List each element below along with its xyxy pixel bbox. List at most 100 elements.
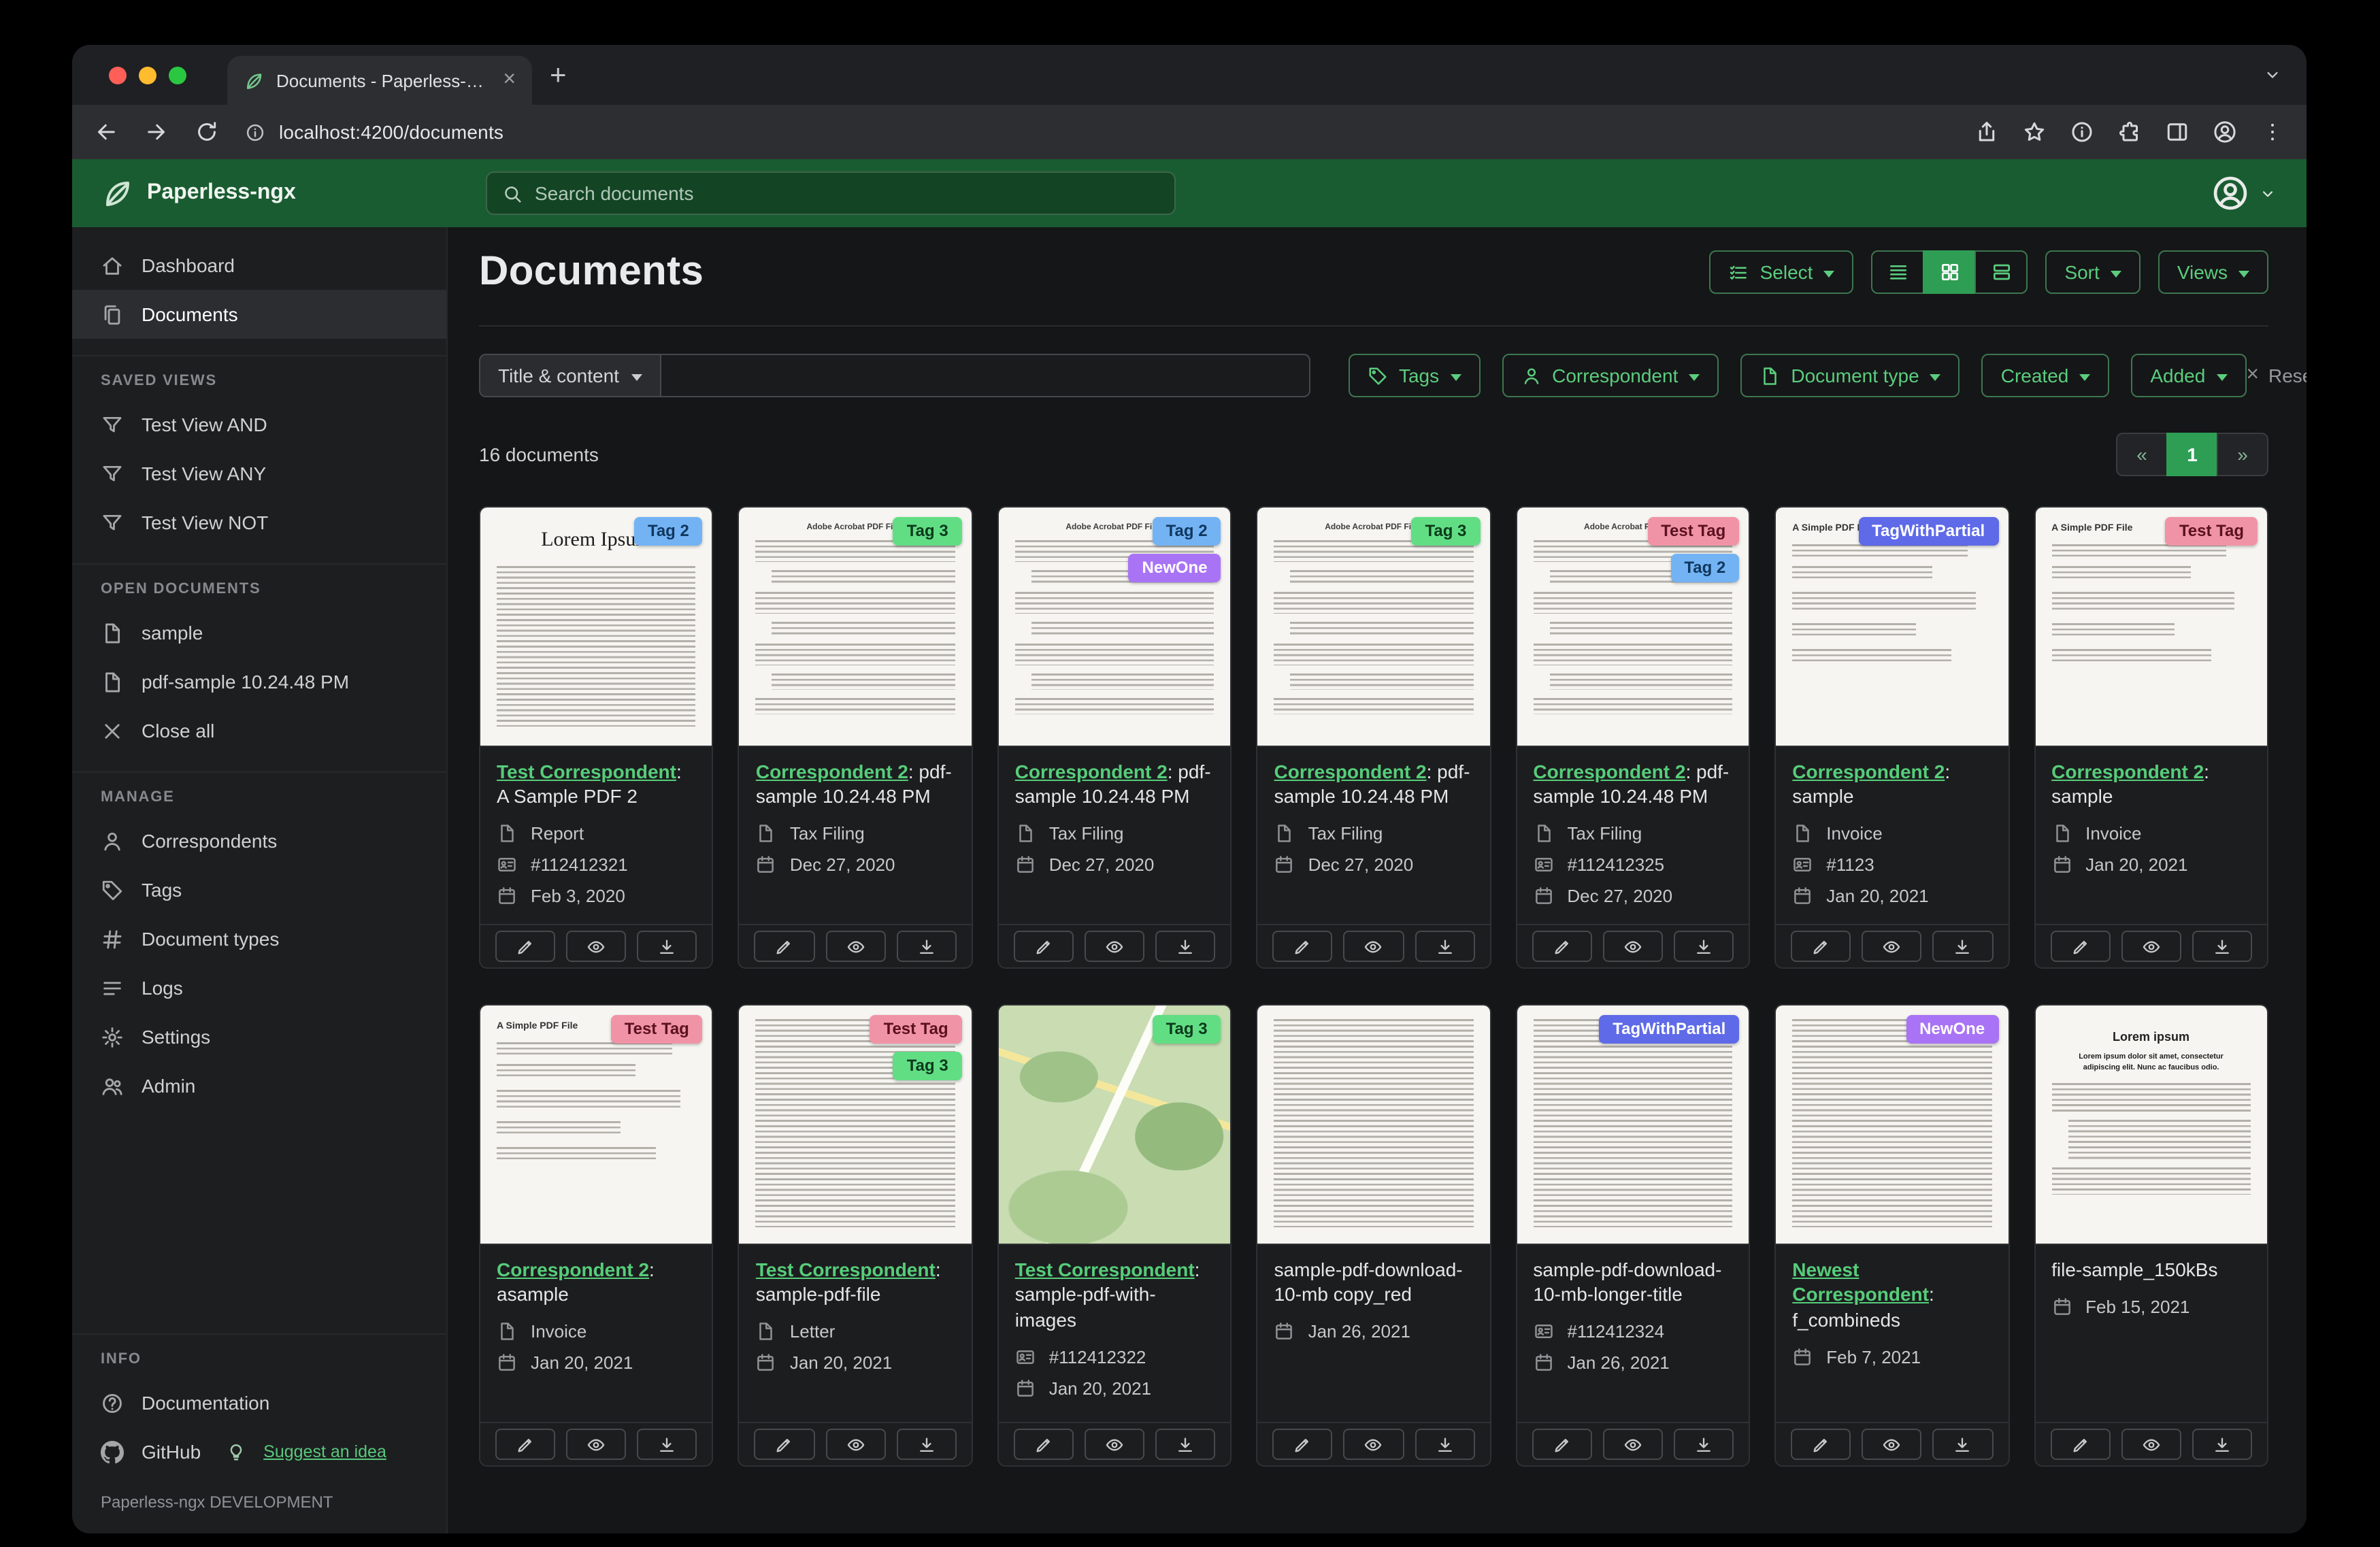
doc-correspondent-link[interactable]: Correspondent 2 (497, 1259, 649, 1280)
address-bar[interactable]: localhost:4200/documents (279, 121, 503, 143)
minimize-window-button[interactable] (139, 66, 156, 84)
edit-button[interactable] (1791, 1429, 1851, 1460)
extensions-icon[interactable] (2117, 120, 2142, 144)
doc-thumbnail[interactable]: TagWithPartial (1517, 1005, 1749, 1244)
download-button[interactable] (1155, 1429, 1216, 1460)
sidebar-item-test-view-not[interactable]: Test View NOT (72, 498, 446, 547)
list-view-button[interactable] (1871, 250, 1925, 294)
view-button[interactable] (1343, 1429, 1404, 1460)
doc-correspondent-link[interactable]: Correspondent 2 (1792, 761, 1945, 782)
page-status-icon[interactable] (2070, 120, 2094, 144)
download-button[interactable] (637, 1429, 697, 1460)
edit-button[interactable] (754, 931, 815, 962)
download-button[interactable] (896, 1429, 957, 1460)
tag-badge-newone[interactable]: NewOne (1906, 1015, 1999, 1044)
edit-button[interactable] (1791, 931, 1851, 962)
edit-button[interactable] (1272, 1429, 1333, 1460)
download-button[interactable] (896, 931, 957, 962)
doc-correspondent-link[interactable]: Correspondent 2 (1274, 761, 1427, 782)
doc-correspondent-link[interactable]: Correspondent 2 (1015, 761, 1168, 782)
suggest-idea-link[interactable]: Suggest an idea (263, 1442, 386, 1461)
doc-thumbnail[interactable]: Adobe Acrobat PDF Files Test Tag Tag 2 (1517, 508, 1749, 746)
filter-created-button[interactable]: Created (1981, 354, 2110, 397)
browser-tab[interactable]: Documents - Paperless-ngx × (227, 56, 532, 105)
prev-page-button[interactable]: « (2116, 433, 2168, 476)
sidebar-item-github[interactable]: GitHub Suggest an idea (72, 1427, 446, 1476)
doc-correspondent-link[interactable]: Test Correspondent (1015, 1259, 1195, 1280)
current-page-button[interactable]: 1 (2166, 433, 2218, 476)
sidebar-item-document-types[interactable]: Document types (72, 914, 446, 963)
sidebar-item-documentation[interactable]: Documentation (72, 1378, 446, 1427)
profile-icon[interactable] (2213, 120, 2237, 144)
doc-thumbnail[interactable]: Adobe Acrobat PDF Files Tag 2 NewOne (998, 508, 1231, 746)
filter-added-button[interactable]: Added (2131, 354, 2247, 397)
browser-menu-icon[interactable] (2260, 120, 2285, 144)
filter-field-button[interactable]: Title & content (479, 354, 661, 397)
download-button[interactable] (1932, 931, 1994, 962)
edit-button[interactable] (1013, 931, 1074, 962)
tag-badge-tag-3[interactable]: Tag 3 (1411, 517, 1481, 546)
edit-button[interactable] (1013, 1429, 1074, 1460)
filter-correspondent-button[interactable]: Correspondent (1502, 354, 1719, 397)
doc-correspondent-link[interactable]: Test Correspondent (497, 761, 676, 782)
view-button[interactable] (1084, 1429, 1145, 1460)
tag-badge-test-tag[interactable]: Test Tag (610, 1015, 703, 1044)
tag-badge-newone[interactable]: NewOne (1128, 554, 1221, 582)
tag-badge-tagwithpartial[interactable]: TagWithPartial (1599, 1015, 1740, 1044)
sort-button[interactable]: Sort (2045, 250, 2141, 294)
back-icon[interactable] (94, 120, 118, 144)
filter-text-input[interactable] (661, 354, 1310, 397)
doc-correspondent-link[interactable]: Correspondent 2 (2051, 761, 2204, 782)
tag-badge-test-tag[interactable]: Test Tag (1647, 517, 1740, 546)
sidebar-item-tags[interactable]: Tags (72, 865, 446, 914)
download-button[interactable] (1415, 931, 1475, 962)
filter-document-type-button[interactable]: Document type (1740, 354, 1960, 397)
tag-badge-tag-2[interactable]: Tag 2 (1670, 554, 1740, 582)
view-button[interactable] (1343, 931, 1404, 962)
doc-thumbnail[interactable]: Test Tag Tag 3 (739, 1005, 972, 1244)
edit-button[interactable] (495, 931, 556, 962)
new-tab-button[interactable]: + (550, 61, 567, 89)
tab-close-icon[interactable]: × (500, 69, 518, 91)
sidebar-item-test-view-and[interactable]: Test View AND (72, 400, 446, 449)
doc-thumbnail[interactable]: A Simple PDF File TagWithPartial (1776, 508, 2009, 746)
edit-button[interactable] (2050, 931, 2111, 962)
site-info-icon[interactable] (245, 122, 265, 142)
edit-button[interactable] (754, 1429, 815, 1460)
download-button[interactable] (1155, 931, 1216, 962)
view-button[interactable] (1084, 931, 1145, 962)
view-button[interactable] (2121, 1429, 2181, 1460)
tag-badge-tag-2[interactable]: Tag 2 (633, 517, 703, 546)
download-button[interactable] (1932, 1429, 1994, 1460)
doc-correspondent-link[interactable]: Test Correspondent (756, 1259, 936, 1280)
filter-tags-button[interactable]: Tags (1348, 354, 1481, 397)
download-button[interactable] (637, 931, 697, 962)
tag-badge-tagwithpartial[interactable]: TagWithPartial (1858, 517, 1999, 546)
account-menu[interactable] (2211, 174, 2307, 212)
edit-button[interactable] (1272, 931, 1333, 962)
brand[interactable]: Paperless-ngx (72, 177, 448, 210)
doc-thumbnail[interactable]: Adobe Acrobat PDF Files Tag 3 (739, 508, 972, 746)
doc-correspondent-link[interactable]: Correspondent 2 (1533, 761, 1685, 782)
tag-badge-tag-3[interactable]: Tag 3 (1152, 1015, 1221, 1044)
next-page-button[interactable]: » (2217, 433, 2268, 476)
views-button[interactable]: Views (2158, 250, 2268, 294)
sidebar-item-admin[interactable]: Admin (72, 1061, 446, 1110)
download-button[interactable] (2192, 931, 2252, 962)
doc-thumbnail[interactable]: A Simple PDF File Test Tag (480, 1005, 712, 1244)
tag-badge-tag-2[interactable]: Tag 2 (1152, 517, 1221, 546)
zoom-window-button[interactable] (169, 66, 186, 84)
sidebar-item-test-view-any[interactable]: Test View ANY (72, 449, 446, 498)
edit-button[interactable] (1532, 1429, 1592, 1460)
sidebar-item-pdf-sample-10-24-48-pm[interactable]: pdf-sample 10.24.48 PM (72, 657, 446, 706)
tag-badge-tag-3[interactable]: Tag 3 (893, 1052, 962, 1080)
search-input[interactable] (535, 182, 1159, 204)
sidebar-item-logs[interactable]: Logs (72, 963, 446, 1012)
download-button[interactable] (1673, 1429, 1734, 1460)
close-window-button[interactable] (109, 66, 127, 84)
download-button[interactable] (1673, 931, 1734, 962)
sidebar-item-documents[interactable]: Documents (72, 290, 446, 339)
doc-thumbnail[interactable] (1257, 1005, 1490, 1244)
doc-thumbnail[interactable]: Lorem ipsum Lorem ipsum dolor sit amet, c… (2035, 1005, 2267, 1244)
sidebar-item-close-all[interactable]: Close all (72, 706, 446, 755)
